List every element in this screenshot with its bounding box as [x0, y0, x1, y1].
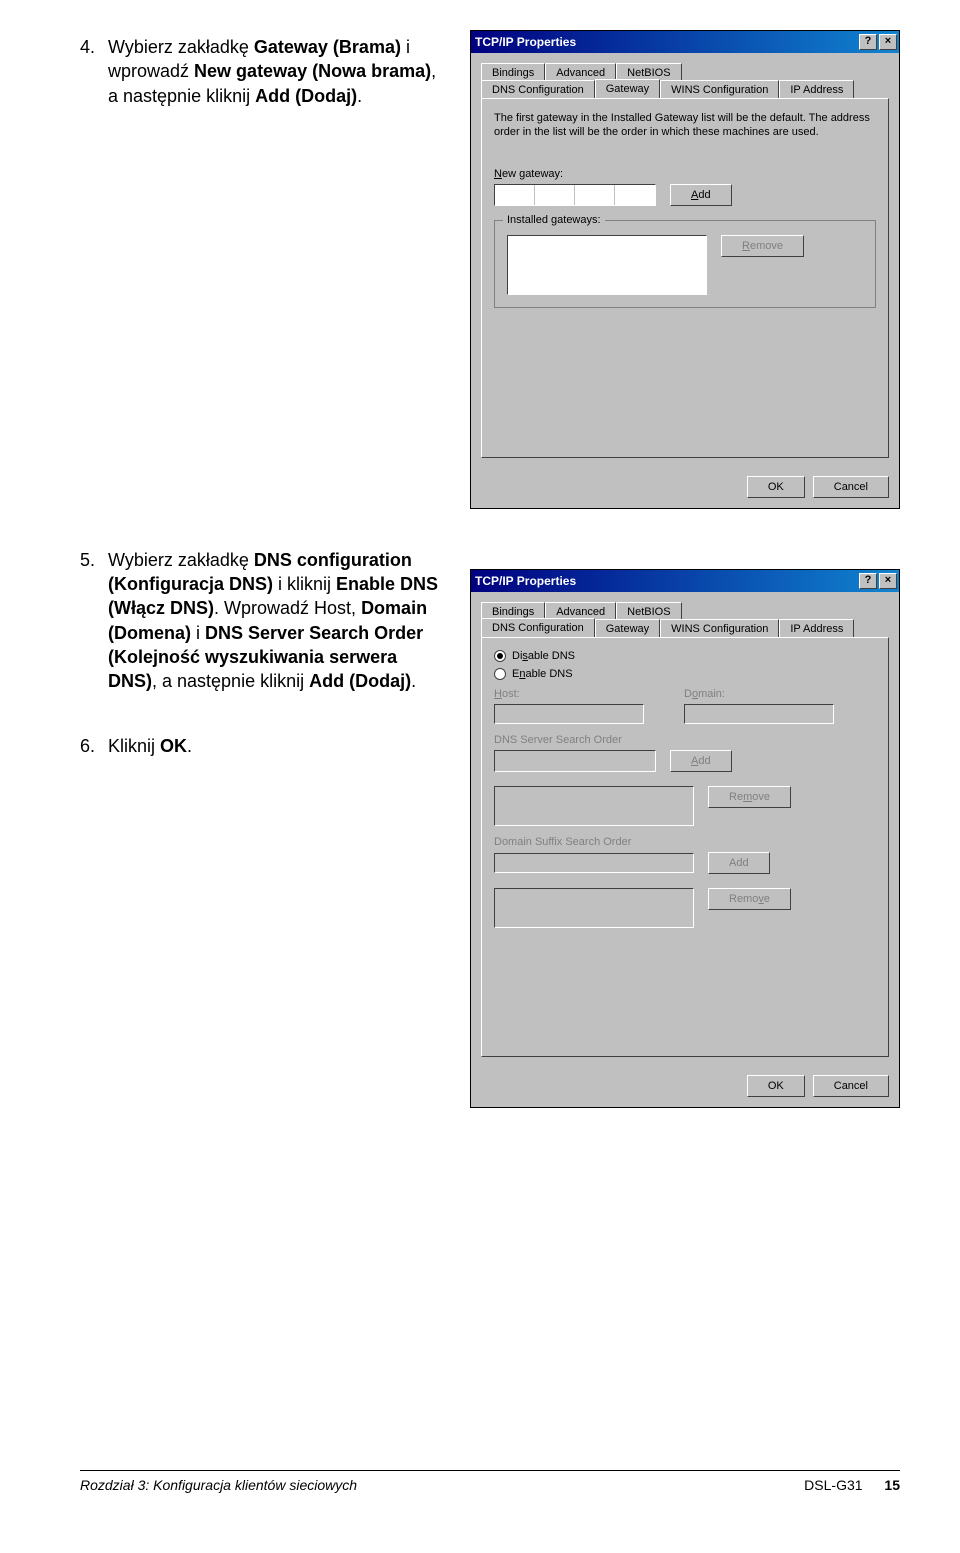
step4-num: 4. [80, 35, 100, 108]
radio-icon [494, 668, 506, 680]
domain-suffix-input[interactable] [494, 853, 694, 873]
enable-dns-radio[interactable]: Enable DNS [494, 668, 876, 680]
help-button[interactable]: ? [859, 573, 877, 589]
footer-page: 15 [884, 1477, 900, 1493]
cancel-button[interactable]: Cancel [813, 1075, 889, 1097]
ok-button[interactable]: OK [747, 476, 805, 498]
tab-dns[interactable]: DNS Configuration [481, 618, 595, 637]
tab-wins[interactable]: WINS Configuration [660, 80, 779, 99]
page-footer: Rozdział 3: Konfiguracja klientów siecio… [80, 1470, 900, 1493]
dialog-dns: TCP/IP Properties ? × Bindings Advanced … [470, 569, 900, 1108]
footer-model: DSL-G31 [804, 1477, 862, 1493]
titlebar: TCP/IP Properties ? × [471, 570, 899, 592]
dialog-title: TCP/IP Properties [475, 35, 576, 49]
host-label: Host: [494, 688, 644, 700]
new-gateway-input[interactable] [494, 184, 656, 206]
dns-add-button[interactable]: Add [670, 750, 732, 772]
step-5: 5. Wybierz zakładkę DNS configuration (K… [80, 548, 450, 694]
dns-server-order-label: DNS Server Search Order [494, 734, 876, 746]
radio-icon [494, 650, 506, 662]
footer-chapter: Rozdział 3: Konfiguracja klientów siecio… [80, 1477, 357, 1493]
close-button[interactable]: × [879, 573, 897, 589]
installed-gateways-list[interactable] [507, 235, 707, 295]
titlebar: TCP/IP Properties ? × [471, 31, 899, 53]
domain-label: Domain: [684, 688, 834, 700]
step6-num: 6. [80, 734, 100, 758]
tab-ip[interactable]: IP Address [779, 80, 854, 99]
dialog-title: TCP/IP Properties [475, 574, 576, 588]
domain-input[interactable] [684, 704, 834, 724]
gateway-description: The first gateway in the Installed Gatew… [494, 111, 876, 140]
ok-button[interactable]: OK [747, 1075, 805, 1097]
tab-dns[interactable]: DNS Configuration [481, 80, 595, 99]
help-button[interactable]: ? [859, 34, 877, 50]
suffix-remove-button[interactable]: Remove [708, 888, 791, 910]
add-button[interactable]: Add [670, 184, 732, 206]
cancel-button[interactable]: Cancel [813, 476, 889, 498]
dns-server-input[interactable] [494, 750, 656, 772]
step-6: 6. Kliknij OK. [80, 734, 450, 758]
new-gateway-label: New gateway: [494, 168, 876, 180]
suffix-add-button[interactable]: Add [708, 852, 770, 874]
dns-remove-button[interactable]: Remove [708, 786, 791, 808]
dialog-gateway: TCP/IP Properties ? × Bindings Advanced … [470, 30, 900, 509]
close-button[interactable]: × [879, 34, 897, 50]
tab-ip[interactable]: IP Address [779, 619, 854, 638]
tab-wins[interactable]: WINS Configuration [660, 619, 779, 638]
host-input[interactable] [494, 704, 644, 724]
disable-dns-radio[interactable]: Disable DNS [494, 650, 876, 662]
step5-num: 5. [80, 548, 100, 694]
domain-suffix-list[interactable] [494, 888, 694, 928]
installed-gateways-label: Installed gateways: [503, 214, 605, 226]
dns-server-list[interactable] [494, 786, 694, 826]
tab-gateway[interactable]: Gateway [595, 619, 660, 638]
tab-gateway[interactable]: Gateway [595, 79, 660, 98]
domain-suffix-order-label: Domain Suffix Search Order [494, 836, 876, 848]
step-4: 4. Wybierz zakładkę Gateway (Brama) i wp… [80, 35, 450, 108]
remove-button[interactable]: Remove [721, 235, 804, 257]
